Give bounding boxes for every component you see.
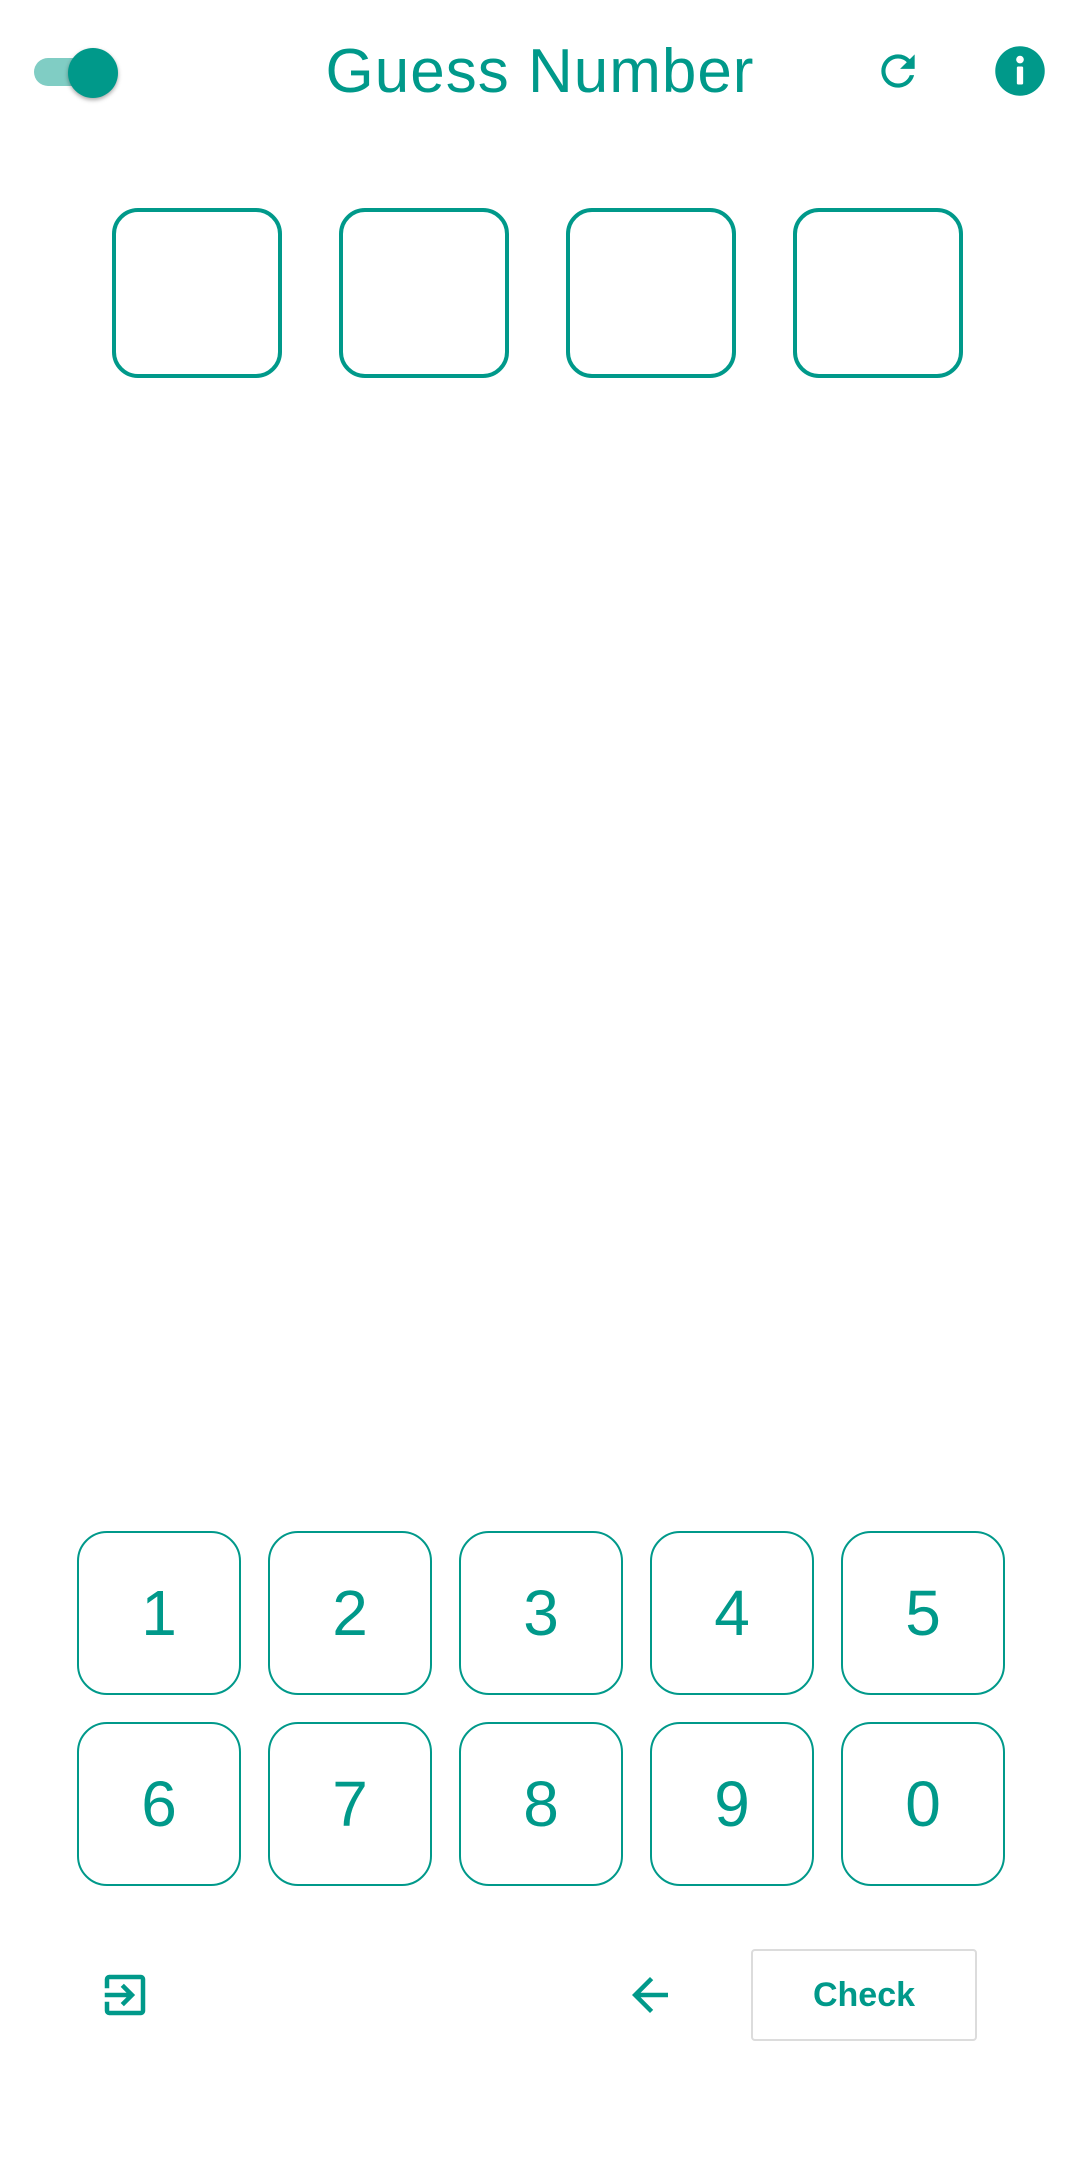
backspace-button[interactable] <box>618 1963 682 2027</box>
key-6[interactable]: 6 <box>77 1722 241 1886</box>
info-button[interactable] <box>988 39 1052 103</box>
guess-slot-4 <box>793 208 963 378</box>
refresh-icon <box>881 54 915 88</box>
guess-slot-3 <box>566 208 736 378</box>
key-0[interactable]: 0 <box>841 1722 1005 1886</box>
check-button[interactable]: Check <box>751 1949 977 2041</box>
key-4[interactable]: 4 <box>650 1531 814 1695</box>
key-1[interactable]: 1 <box>77 1531 241 1695</box>
key-7[interactable]: 7 <box>268 1722 432 1886</box>
key-2[interactable]: 2 <box>268 1531 432 1695</box>
key-5[interactable]: 5 <box>841 1531 1005 1695</box>
key-8[interactable]: 8 <box>459 1722 623 1886</box>
page-title: Guess Number <box>325 37 755 106</box>
mode-toggle[interactable] <box>32 44 120 100</box>
exit-to-app-icon <box>104 1974 146 2016</box>
toggle-thumb <box>68 48 118 98</box>
key-3[interactable]: 3 <box>459 1531 623 1695</box>
key-9[interactable]: 9 <box>650 1722 814 1886</box>
guess-slot-2 <box>339 208 509 378</box>
guess-slot-1 <box>112 208 282 378</box>
refresh-button[interactable] <box>866 39 930 103</box>
arrow-left-icon <box>632 1977 668 2013</box>
exit-button[interactable] <box>93 1963 157 2027</box>
info-icon <box>995 46 1045 96</box>
